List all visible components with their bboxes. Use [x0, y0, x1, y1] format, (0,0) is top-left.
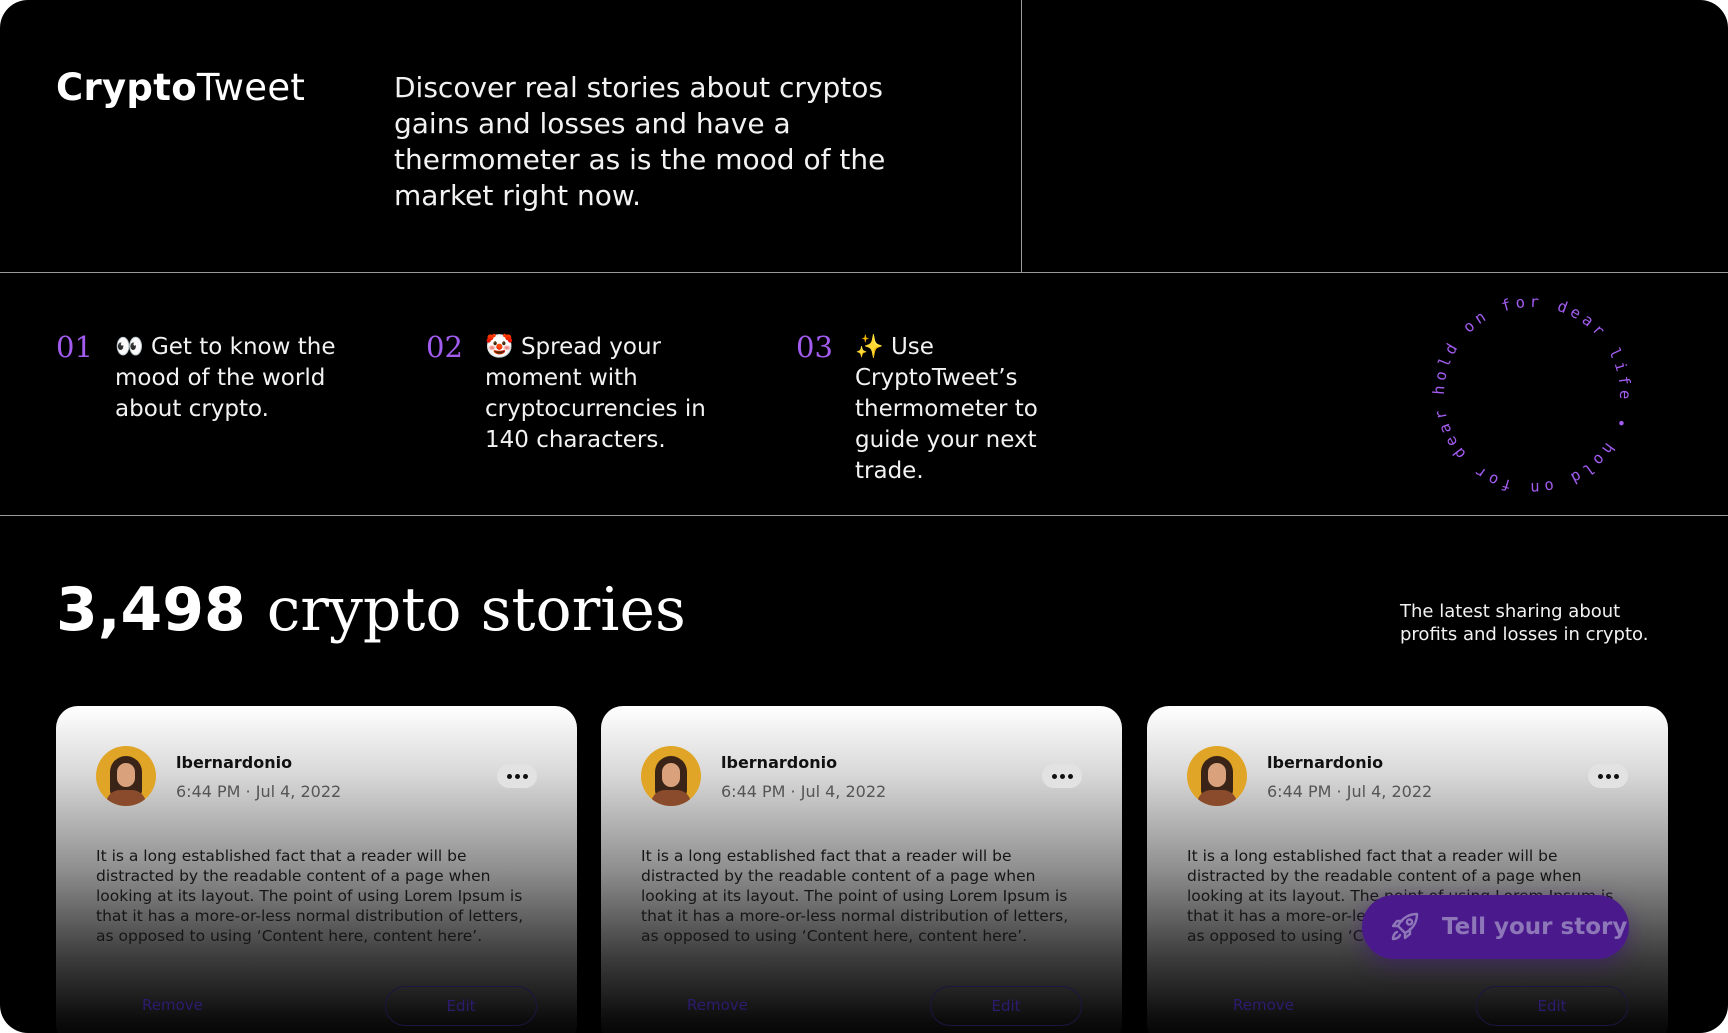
story-card: lbernardonio 6:44 PM · Jul 4, 2022 It is… — [56, 706, 577, 1033]
feature-text: 🤡 Spread your moment with cryptocurrenci… — [485, 332, 725, 456]
stories-count: 3,498 — [56, 575, 246, 645]
tell-your-story-label: Tell your story — [1442, 914, 1628, 940]
story-card: lbernardonio 6:44 PM · Jul 4, 2022 It is… — [601, 706, 1122, 1033]
ellipsis-icon — [1597, 773, 1603, 779]
clown-emoji-icon: 🤡 — [485, 334, 514, 360]
stories-subtitle: The latest sharing about profits and los… — [1400, 601, 1649, 645]
edit-button[interactable]: Edit — [930, 986, 1082, 1026]
stories-label: crypto stories — [266, 575, 686, 645]
more-options-button[interactable] — [1588, 764, 1628, 788]
username[interactable]: lbernardonio — [1267, 753, 1383, 772]
more-options-button[interactable] — [497, 764, 537, 788]
feature-label: Spread your moment with cryptocurrencies… — [485, 334, 706, 453]
eyes-emoji-icon: 👀 — [115, 334, 144, 360]
tell-your-story-button[interactable]: Tell your story — [1362, 895, 1629, 959]
app-frame: CryptoTweet Discover real stories about … — [0, 0, 1728, 1033]
timestamp: 6:44 PM · Jul 4, 2022 — [1267, 782, 1433, 801]
story-card: lbernardonio 6:44 PM · Jul 4, 2022 It is… — [1147, 706, 1668, 1033]
story-text: It is a long established fact that a rea… — [641, 847, 1069, 945]
sparkles-emoji-icon: ✨ — [855, 334, 884, 360]
hold-on-ring-badge: hold on for dear life • hold on for dear… — [1422, 285, 1634, 497]
features-divider — [0, 515, 1728, 516]
logo[interactable]: CryptoTweet — [56, 66, 305, 109]
ring-text: hold on for dear life • hold on for dear… — [1422, 285, 1630, 497]
header-divider — [0, 272, 1728, 273]
ellipsis-icon — [1051, 773, 1057, 779]
avatar[interactable] — [96, 746, 156, 806]
tagline: Discover real stories about cryptos gain… — [394, 71, 886, 212]
feature-number: 03 — [796, 330, 833, 364]
feature-number: 02 — [426, 330, 463, 364]
remove-button[interactable]: Remove — [1233, 996, 1294, 1014]
timestamp: 6:44 PM · Jul 4, 2022 — [721, 782, 887, 801]
remove-button[interactable]: Remove — [687, 996, 748, 1014]
username[interactable]: lbernardonio — [176, 753, 292, 772]
feature-text: 👀 Get to know the mood of the world abou… — [115, 332, 355, 425]
username[interactable]: lbernardonio — [721, 753, 837, 772]
feature-text: ✨ Use CryptoTweet’s thermometer to guide… — [855, 332, 1095, 487]
svg-text:hold on for dear life • hold o: hold on for dear life • hold on for dear… — [1422, 285, 1634, 497]
avatar[interactable] — [641, 746, 701, 806]
rocket-icon — [1391, 912, 1419, 941]
logo-bold: Crypto — [56, 66, 197, 109]
remove-button[interactable]: Remove — [142, 996, 203, 1014]
logo-light: Tweet — [196, 66, 306, 109]
feature-number: 01 — [56, 330, 93, 364]
timestamp: 6:44 PM · Jul 4, 2022 — [176, 782, 342, 801]
ellipsis-icon — [506, 773, 512, 779]
stories-heading: 3,498 crypto stories — [56, 572, 686, 648]
more-options-button[interactable] — [1042, 764, 1082, 788]
story-text: It is a long established fact that a rea… — [96, 847, 524, 945]
header-vertical-divider — [1021, 0, 1022, 273]
feature-label: Get to know the mood of the world about … — [115, 334, 336, 422]
edit-button[interactable]: Edit — [1476, 986, 1628, 1026]
avatar[interactable] — [1187, 746, 1247, 806]
edit-button[interactable]: Edit — [385, 986, 537, 1026]
